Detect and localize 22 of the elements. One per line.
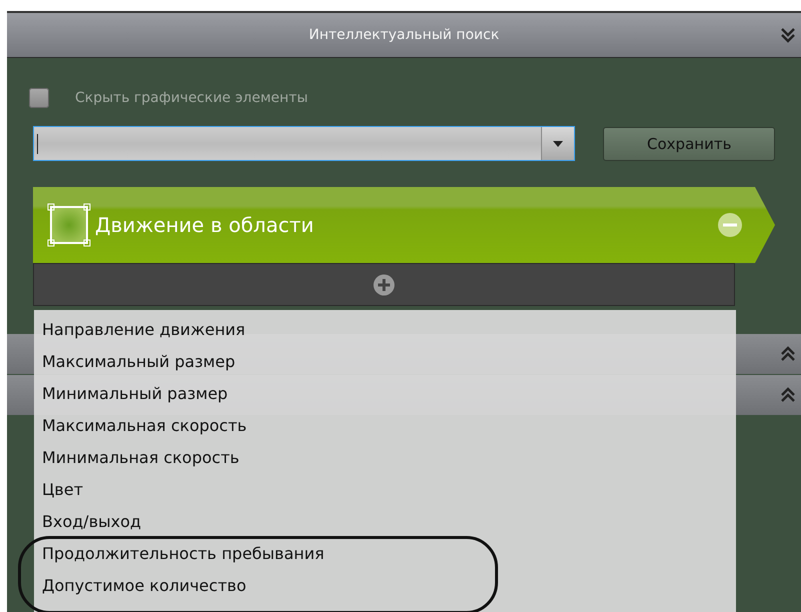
checkbox[interactable] [29,88,49,108]
collapse-icon[interactable] [781,27,795,43]
chevron-icon[interactable] [781,387,795,403]
menu-item[interactable]: Вход/выход [34,506,736,538]
menu-item[interactable]: Цвет [34,474,736,506]
caret-down-icon [553,140,564,146]
menu-item[interactable]: Допустимое количество [34,570,736,602]
menu-item[interactable]: Минимальный размер [34,378,736,410]
add-icon[interactable] [373,274,395,296]
menu-item[interactable]: Максимальная скорость [34,410,736,442]
detector-title: Движение в области [95,213,315,237]
menu-item[interactable]: Максимальный размер [34,346,736,378]
menu-item[interactable]: Минимальная скорость [34,442,736,474]
menu-item[interactable]: Продолжительность пребывания [34,538,736,570]
menu-item[interactable]: Направление движения [34,314,736,346]
dropdown-button[interactable] [541,127,574,160]
minus-icon[interactable] [717,212,743,238]
chevron-icon[interactable] [781,346,795,362]
checkbox-label: Скрыть графические элементы [75,90,308,106]
save-button[interactable]: Сохранить [603,126,775,160]
panel-title: Интеллектуальный поиск [308,27,500,43]
area-icon [47,203,91,247]
